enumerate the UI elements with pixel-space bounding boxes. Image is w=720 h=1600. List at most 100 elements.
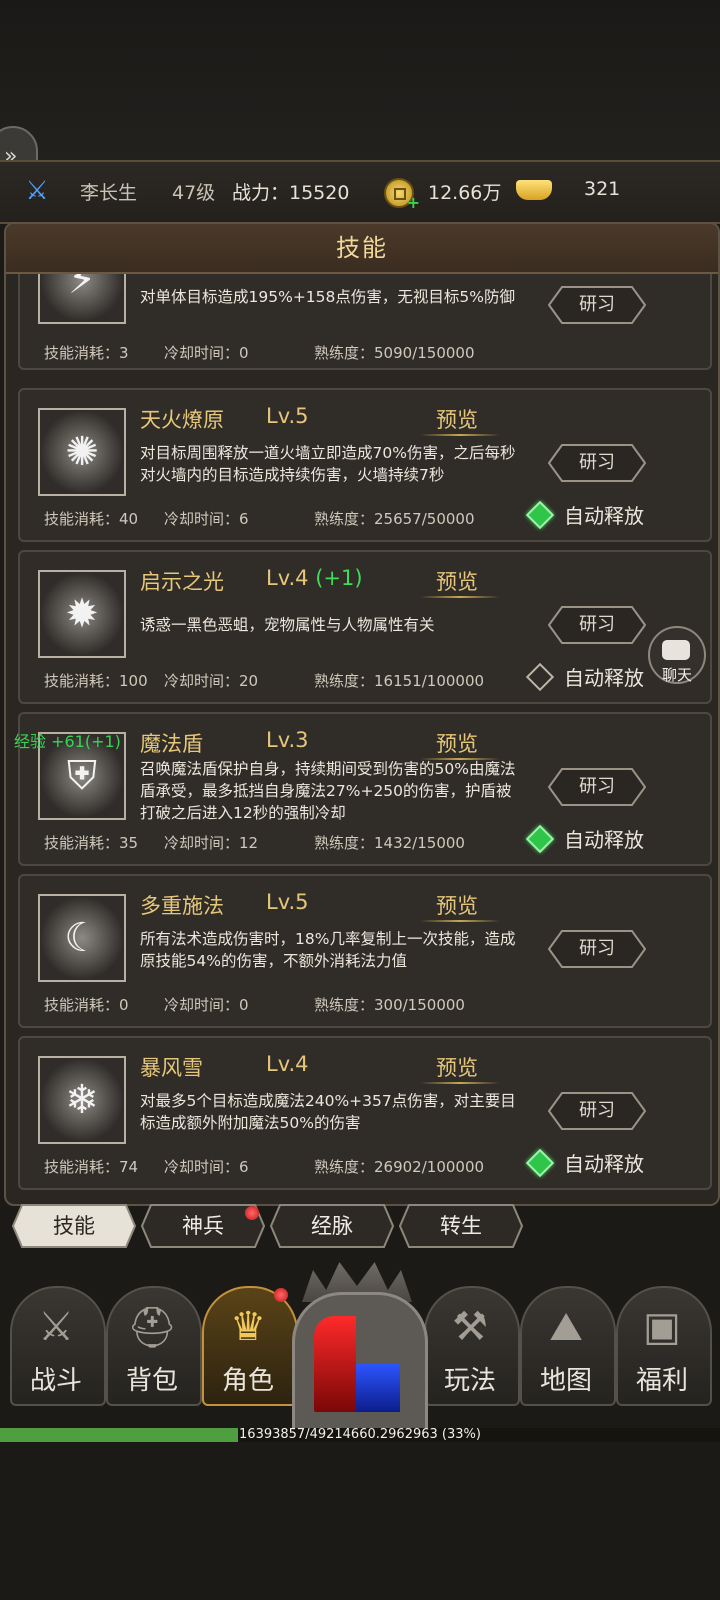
skill-card[interactable]: ❄ 暴风雪 Lv.4 预览 对最多5个目标造成魔法240%+357点伤害，对主要… — [18, 1036, 712, 1190]
skill-card[interactable]: ⛨ 魔法盾 Lv.3 预览 召唤魔法盾保护自身，持续期间受到伤害的50%由魔法盾… — [18, 712, 712, 866]
tab-label: 转生 — [440, 1214, 482, 1238]
skill-cooldown: 冷却时间：6 — [164, 510, 249, 528]
skill-icon: ❄ — [38, 1056, 126, 1144]
skill-cooldown: 冷却时间：6 — [164, 1158, 249, 1176]
exp-text: 16393857/49214660.2962963 (33%) — [239, 1427, 481, 1442]
skill-icon: ✹ — [38, 570, 126, 658]
nav-label: 地图 — [539, 1366, 592, 1396]
skill-cost: 技能消耗：35 — [44, 834, 139, 852]
tab-meridians[interactable]: 经脉 — [270, 1204, 394, 1248]
skill-card[interactable]: ⚡ 对单体目标造成195%+158点伤害，无视目标5%防御 研习 技能消耗：3 … — [18, 274, 712, 370]
study-button[interactable]: 研习 — [548, 606, 646, 644]
nav-battle[interactable]: ⚔ 战斗 — [10, 1286, 106, 1406]
skill-cooldown: 冷却时间：12 — [164, 834, 259, 852]
fire-icon: ✺ — [65, 429, 99, 475]
study-button[interactable]: 研习 — [548, 1092, 646, 1130]
skill-proficiency: 熟练度：1432/15000 — [314, 834, 465, 852]
study-button[interactable]: 研习 — [548, 930, 646, 968]
tab-label: 技能 — [53, 1214, 95, 1238]
study-button[interactable]: 研习 — [548, 768, 646, 806]
skill-icon: ⚡ — [38, 274, 126, 324]
auto-cast-label: 自动释放 — [564, 828, 644, 852]
skill-card[interactable]: ✺ 天火燎原 Lv.5 预览 对目标周围释放一道火墙立即造成70%伤害，之后每秒… — [18, 388, 712, 542]
skill-description: 召唤魔法盾保护自身，持续期间受到伤害的50%由魔法盾承受，最多抵挡自身魔法27%… — [140, 760, 516, 822]
nav-label: 玩法 — [443, 1366, 496, 1396]
auto-cast-label: 自动释放 — [564, 1152, 644, 1176]
study-label: 研习 — [579, 1100, 615, 1121]
exp-gain-popup: 经验 +61(+1) — [14, 732, 121, 751]
exp-bar: 16393857/49214660.2962963 (33%) — [0, 1428, 720, 1442]
skill-card[interactable]: ✹ 启示之光 Lv.4 (+1) 预览 诱惑一黑色恶蛆，宠物属性与人物属性有关 … — [18, 550, 712, 704]
study-label: 研习 — [579, 938, 615, 959]
preview-underline — [420, 596, 500, 598]
silver-amount: 12.66万 — [428, 182, 502, 204]
skills-panel: 技能 ⚡ 对单体目标造成195%+158点伤害，无视目标5%防御 研习 技能消耗… — [4, 222, 720, 1206]
auto-cast-checkbox[interactable] — [525, 824, 555, 854]
auto-cast-checkbox[interactable] — [525, 1148, 555, 1178]
skill-description: 诱惑一黑色恶蛆，宠物属性与人物属性有关 — [140, 616, 435, 634]
player-status-bar: ⚔ 李长生 47级 战力：15520 + 12.66万 321 — [0, 160, 720, 224]
auto-cast-label: 自动释放 — [564, 504, 644, 528]
chat-label: 聊天 — [661, 666, 692, 684]
skill-card[interactable]: ☾ 多重施法 Lv.5 预览 所有法术造成伤害时，18%几率复制上一次技能，造成… — [18, 874, 712, 1028]
auto-cast-checkbox[interactable] — [525, 662, 555, 692]
skill-level: Lv.5 — [266, 404, 309, 428]
study-button[interactable]: 研习 — [548, 286, 646, 324]
nav-map[interactable]: ⛰ 地图 — [520, 1286, 616, 1406]
study-button[interactable]: 研习 — [548, 444, 646, 482]
mp-gauge — [356, 1364, 400, 1412]
crossed-swords-icon: ⚔ — [38, 1304, 74, 1350]
preview-link[interactable]: 预览 — [436, 404, 478, 434]
preview-underline — [420, 1082, 500, 1084]
skill-cost: 技能消耗：3 — [44, 344, 129, 362]
skill-proficiency: 熟练度：25657/50000 — [314, 510, 475, 528]
skill-cooldown: 冷却时间：0 — [164, 996, 249, 1014]
chat-button[interactable]: 聊天 — [648, 626, 706, 684]
crescent-icon: ☾ — [64, 915, 100, 961]
add-icon[interactable]: + — [407, 193, 420, 212]
skill-cost: 技能消耗：74 — [44, 1158, 139, 1176]
silver-coin-icon[interactable]: + — [384, 178, 420, 212]
combat-power: 战力：15520 — [232, 182, 350, 204]
skill-proficiency: 熟练度：16151/100000 — [314, 672, 485, 690]
skill-description: 对单体目标造成195%+158点伤害，无视目标5%防御 — [140, 288, 515, 306]
nav-label: 战斗 — [29, 1366, 82, 1396]
tab-skills[interactable]: 技能 — [12, 1204, 136, 1248]
preview-link[interactable]: 预览 — [436, 890, 478, 920]
skill-description: 对目标周围释放一道火墙立即造成70%伤害，之后每秒对火墙内的目标造成持续伤害，火… — [140, 444, 516, 484]
skill-level: Lv.4 — [266, 1052, 309, 1076]
skill-level: Lv.3 — [266, 728, 309, 752]
tab-rebirth[interactable]: 转生 — [399, 1204, 523, 1248]
skill-name: 魔法盾 — [140, 732, 203, 756]
treasure-chest-icon: ▣ — [643, 1304, 681, 1350]
study-label: 研习 — [579, 614, 615, 635]
study-label: 研习 — [579, 452, 615, 473]
nav-welfare[interactable]: ▣ 福利 — [616, 1286, 712, 1406]
skill-level-value: Lv.4 — [266, 566, 309, 590]
preview-link[interactable]: 预览 — [436, 728, 478, 758]
nav-gameplay[interactable]: ⚒ 玩法 — [424, 1286, 520, 1406]
preview-link[interactable]: 预览 — [436, 566, 478, 596]
auto-cast-checkbox[interactable] — [525, 500, 555, 530]
nav-backpack[interactable]: ⛑ 背包 — [106, 1286, 202, 1406]
light-burst-icon: ✹ — [65, 591, 99, 637]
skill-name: 暴风雪 — [140, 1056, 203, 1080]
player-name: 李长生 — [80, 182, 138, 204]
hp-mp-orb[interactable] — [292, 1262, 428, 1436]
skill-cooldown: 冷却时间：0 — [164, 344, 249, 362]
skill-proficiency: 熟练度：26902/100000 — [314, 1158, 485, 1176]
skill-cost: 技能消耗：40 — [44, 510, 139, 528]
skill-description: 对最多5个目标造成魔法240%+357点伤害，对主要目标造成额外附加魔法50%的… — [140, 1092, 516, 1132]
skill-level-bonus: (+1) — [315, 566, 363, 590]
tab-divine-weapon[interactable]: 神兵 — [141, 1204, 265, 1248]
nav-character[interactable]: ♛ 角色 — [202, 1286, 298, 1406]
skill-proficiency: 熟练度：5090/150000 — [314, 344, 475, 362]
sword-slash-icon: ⚒ — [452, 1304, 488, 1350]
backpack-icon: ⛑ — [126, 1305, 178, 1351]
skill-level: Lv.5 — [266, 890, 309, 914]
lightning-icon: ⚡ — [67, 274, 97, 303]
preview-underline — [420, 920, 500, 922]
preview-link[interactable]: 预览 — [436, 1052, 478, 1082]
skill-level: Lv.4 (+1) — [266, 566, 363, 590]
snowflake-icon: ❄ — [65, 1077, 99, 1123]
